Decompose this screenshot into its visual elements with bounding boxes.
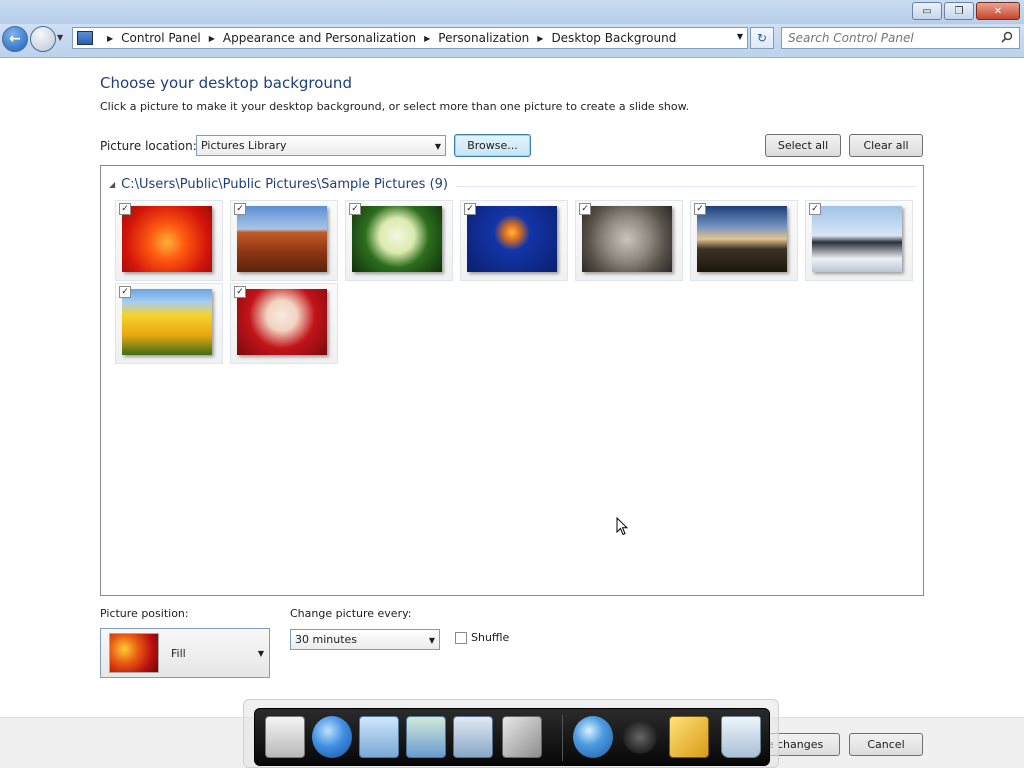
title-bar: ▭ ❐ ✕ — [0, 0, 1024, 24]
documents-folder-icon[interactable] — [359, 716, 399, 758]
mouse-cursor-icon — [616, 517, 628, 536]
browse-button[interactable]: Browse... — [454, 134, 531, 157]
picture-thumbnail-penguins[interactable]: ✓ — [805, 200, 913, 281]
back-button[interactable]: ← — [2, 26, 28, 52]
picture-thumbnail-desert[interactable]: ✓ — [230, 200, 338, 281]
group-divider — [456, 186, 916, 187]
breadcrumb-control-panel[interactable]: Control Panel — [121, 31, 201, 45]
breadcrumb-arrow-icon[interactable]: ▶ — [107, 34, 113, 43]
group-header[interactable]: ◢ C:\Users\Public\Public Pictures\Sample… — [109, 177, 448, 192]
picture-thumbnail-koala[interactable]: ✓ — [575, 200, 683, 281]
refresh-button[interactable]: ↻ — [750, 27, 774, 49]
spinner-icon[interactable] — [622, 716, 658, 758]
internet-globe-icon[interactable] — [312, 716, 352, 758]
picture-location-label: Picture location: — [100, 139, 197, 153]
control-panel-icon — [77, 31, 93, 45]
search-box[interactable] — [781, 27, 1020, 49]
picture-location-value: Pictures Library — [201, 139, 287, 152]
breadcrumb-appearance[interactable]: Appearance and Personalization — [223, 31, 416, 45]
jellyfish-image — [467, 206, 557, 272]
dock — [254, 708, 770, 766]
shuffle-checkbox[interactable] — [455, 631, 467, 644]
address-dropdown-icon[interactable]: ▼ — [737, 32, 743, 41]
picture-checkbox[interactable]: ✓ — [234, 286, 246, 298]
picture-gallery: ◢ C:\Users\Public\Public Pictures\Sample… — [100, 165, 924, 596]
recycle-bin-icon[interactable] — [721, 716, 761, 758]
chevron-down-icon: ▼ — [428, 636, 435, 645]
shuffle-label: Shuffle — [471, 631, 510, 644]
picture-position-select[interactable]: Fill ▼ — [100, 628, 270, 678]
dock-separator — [562, 715, 563, 761]
picture-checkbox[interactable]: ✓ — [464, 203, 476, 215]
position-preview-image — [109, 633, 159, 673]
breadcrumb-arrow-icon[interactable]: ▶ — [209, 34, 215, 43]
hammer-icon[interactable] — [669, 716, 709, 758]
breadcrumb-arrow-icon[interactable]: ▶ — [424, 34, 430, 43]
hydrangeas-image — [352, 206, 442, 272]
chevron-down-icon: ▼ — [257, 649, 264, 658]
picture-thumbnail-santa[interactable]: ✓ — [230, 283, 338, 364]
change-picture-select[interactable]: 30 minutes ▼ — [290, 629, 440, 650]
change-picture-label: Change picture every: — [290, 607, 412, 620]
main-content: Choose your desktop background Click a p… — [0, 59, 1024, 717]
breadcrumb-arrow-icon[interactable]: ▶ — [537, 34, 543, 43]
document-icon[interactable] — [265, 716, 305, 758]
page-title: Choose your desktop background — [100, 74, 352, 92]
koala-image — [582, 206, 672, 272]
tools-icon[interactable] — [502, 716, 542, 758]
search-input[interactable] — [788, 31, 988, 45]
window-controls: ▭ ❐ ✕ — [912, 2, 1020, 20]
breadcrumb-personalization[interactable]: Personalization — [438, 31, 529, 45]
lighthouse-image — [697, 206, 787, 272]
picture-checkbox[interactable]: ✓ — [234, 203, 246, 215]
picture-checkbox[interactable]: ✓ — [694, 203, 706, 215]
collapse-icon[interactable]: ◢ — [109, 180, 115, 189]
picture-thumbnail-tulips[interactable]: ✓ — [115, 283, 223, 364]
select-all-button[interactable]: Select all — [765, 134, 841, 157]
chevron-down-icon: ▼ — [434, 142, 441, 151]
pictures-folder-icon[interactable] — [453, 716, 493, 758]
chrysanthemum-image — [122, 206, 212, 272]
search-icon[interactable] — [1001, 31, 1013, 43]
close-button[interactable]: ✕ — [976, 2, 1020, 20]
page-description: Click a picture to make it your desktop … — [100, 100, 690, 113]
minimize-button[interactable]: ▭ — [912, 2, 942, 20]
tulips-image — [122, 289, 212, 355]
picture-thumbnail-lighthouse[interactable]: ✓ — [690, 200, 798, 281]
clear-all-button[interactable]: Clear all — [849, 134, 923, 157]
picture-checkbox[interactable]: ✓ — [809, 203, 821, 215]
picture-thumbnail-chrysanthemum[interactable]: ✓ — [115, 200, 223, 281]
picture-location-select[interactable]: Pictures Library ▼ — [196, 135, 446, 156]
picture-position-value: Fill — [171, 647, 186, 660]
forward-button[interactable] — [30, 26, 56, 52]
picture-checkbox[interactable]: ✓ — [119, 203, 131, 215]
change-picture-value: 30 minutes — [295, 633, 358, 646]
breadcrumb-desktop-background[interactable]: Desktop Background — [551, 31, 676, 45]
cancel-button[interactable]: Cancel — [849, 733, 923, 756]
desert-image — [237, 206, 327, 272]
navigation-bar: ← ▼ ▶ Control Panel ▶ Appearance and Per… — [0, 24, 1024, 58]
address-bar[interactable]: ▶ Control Panel ▶ Appearance and Persona… — [72, 27, 748, 49]
picture-checkbox[interactable]: ✓ — [119, 286, 131, 298]
santa-image — [237, 289, 327, 355]
picture-checkbox[interactable]: ✓ — [349, 203, 361, 215]
maximize-button[interactable]: ❐ — [944, 2, 974, 20]
picture-thumbnail-jellyfish[interactable]: ✓ — [460, 200, 568, 281]
recent-pages-dropdown-icon[interactable]: ▼ — [57, 33, 63, 42]
picture-checkbox[interactable]: ✓ — [579, 203, 591, 215]
picture-thumbnail-hydrangeas[interactable]: ✓ — [345, 200, 453, 281]
picture-position-label: Picture position: — [100, 607, 189, 620]
shuffle-option[interactable]: Shuffle — [455, 631, 509, 644]
group-path: C:\Users\Public\Public Pictures\Sample P… — [121, 177, 448, 192]
penguins-image — [812, 206, 902, 272]
music-folder-icon[interactable] — [406, 716, 446, 758]
earth-globe-icon[interactable] — [573, 716, 613, 758]
